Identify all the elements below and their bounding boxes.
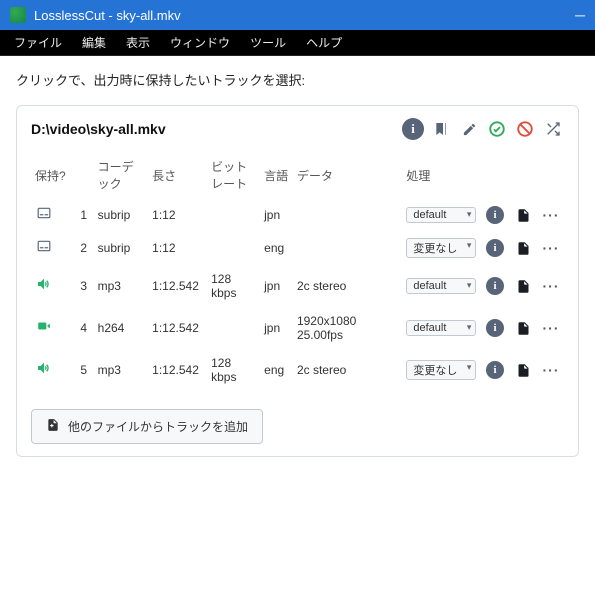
track-info-icon[interactable]: i [486, 361, 504, 379]
track-more-icon[interactable]: ··· [542, 319, 560, 337]
track-lang: jpn [260, 199, 293, 232]
disposition-select[interactable]: default [406, 278, 476, 294]
menu-view[interactable]: 表示 [118, 30, 158, 55]
ban-icon[interactable] [514, 118, 536, 140]
menu-file[interactable]: ファイル [6, 30, 70, 55]
track-data: 1920x1080 25.00fps [293, 307, 402, 349]
subtitle-icon [35, 206, 53, 224]
file-info-icon[interactable]: i [402, 118, 424, 140]
add-tracks-button[interactable]: 他のファイルからトラックを追加 [31, 409, 263, 444]
track-bitrate [207, 199, 260, 232]
track-info-icon[interactable]: i [486, 277, 504, 295]
track-lang: jpn [260, 307, 293, 349]
col-length: 長さ [148, 152, 207, 199]
tracks-table: 保持? コーデック 長さ ビットレート 言語 データ 処理 1subrip1:1… [31, 152, 564, 391]
track-lang: eng [260, 349, 293, 391]
track-row[interactable]: 4h2641:12.542 jpn1920x1080 25.00fpsdefaul… [31, 307, 564, 349]
track-length: 1:12.542 [148, 265, 207, 307]
track-length: 1:12.542 [148, 307, 207, 349]
track-data [293, 231, 402, 265]
file-plus-icon [46, 418, 60, 435]
track-index: 4 [76, 307, 93, 349]
track-more-icon[interactable]: ··· [542, 361, 560, 379]
shuffle-icon[interactable] [542, 118, 564, 140]
track-data: 2c stereo [293, 265, 402, 307]
col-keep: 保持? [31, 152, 76, 199]
track-info-icon[interactable]: i [486, 206, 504, 224]
track-row[interactable]: 2subrip1:12 eng 変更なし i ··· [31, 231, 564, 265]
track-codec: subrip [94, 199, 149, 232]
track-length: 1:12.542 [148, 349, 207, 391]
track-codec: subrip [94, 231, 149, 265]
col-lang: 言語 [260, 152, 293, 199]
track-index: 2 [76, 231, 93, 265]
pencil-icon[interactable] [458, 118, 480, 140]
window-minimize-button[interactable]: ─ [575, 7, 585, 23]
speaker-icon [35, 276, 53, 296]
track-length: 1:12 [148, 231, 207, 265]
track-lang: eng [260, 231, 293, 265]
track-bitrate: 128 kbps [207, 265, 260, 307]
track-more-icon[interactable]: ··· [542, 239, 560, 257]
tracks-card: D:\video\sky-all.mkv i [16, 105, 579, 457]
menu-edit[interactable]: 編集 [74, 30, 114, 55]
track-data: 2c stereo [293, 349, 402, 391]
disposition-select[interactable]: 変更なし [406, 360, 476, 380]
add-tracks-label: 他のファイルからトラックを追加 [68, 418, 248, 435]
track-lang: jpn [260, 265, 293, 307]
track-row[interactable]: 5mp31:12.542128 kbpseng2c stereo変更なし i ··· [31, 349, 564, 391]
track-export-icon[interactable] [514, 239, 532, 257]
track-info-icon[interactable]: i [486, 239, 504, 257]
window-title: LosslessCut - sky-all.mkv [34, 8, 575, 23]
track-row[interactable]: 3mp31:12.542128 kbpsjpn2c stereodefault i… [31, 265, 564, 307]
track-bitrate: 128 kbps [207, 349, 260, 391]
track-export-icon[interactable] [514, 206, 532, 224]
col-bitrate: ビットレート [207, 152, 260, 199]
track-info-icon[interactable]: i [486, 319, 504, 337]
speaker-icon [35, 360, 53, 380]
camera-icon [35, 319, 53, 337]
file-path: D:\video\sky-all.mkv [31, 121, 402, 137]
track-codec: h264 [94, 307, 149, 349]
track-index: 5 [76, 349, 93, 391]
track-length: 1:12 [148, 199, 207, 232]
instruction-text: クリックで、出力時に保持したいトラックを選択: [16, 70, 579, 89]
disposition-select[interactable]: default [406, 320, 476, 336]
menubar: ファイル 編集 表示 ウィンドウ ツール ヘルプ [0, 30, 595, 56]
track-export-icon[interactable] [514, 319, 532, 337]
track-codec: mp3 [94, 265, 149, 307]
track-index: 3 [76, 265, 93, 307]
track-data [293, 199, 402, 232]
track-bitrate [207, 231, 260, 265]
col-disposition: 処理 [402, 152, 482, 199]
col-codec: コーデック [94, 152, 149, 199]
subtitle-icon [35, 239, 53, 257]
track-index: 1 [76, 199, 93, 232]
track-more-icon[interactable]: ··· [542, 206, 560, 224]
app-icon [10, 7, 26, 23]
track-export-icon[interactable] [514, 361, 532, 379]
menu-window[interactable]: ウィンドウ [162, 30, 238, 55]
track-export-icon[interactable] [514, 277, 532, 295]
track-bitrate [207, 307, 260, 349]
col-data: データ [293, 152, 402, 199]
track-codec: mp3 [94, 349, 149, 391]
menu-help[interactable]: ヘルプ [298, 30, 350, 55]
disposition-select[interactable]: default [406, 207, 476, 223]
disposition-select[interactable]: 変更なし [406, 238, 476, 258]
menu-tools[interactable]: ツール [242, 30, 294, 55]
track-more-icon[interactable]: ··· [542, 277, 560, 295]
window-titlebar: LosslessCut - sky-all.mkv ─ [0, 0, 595, 30]
bookmark-icon[interactable] [430, 118, 452, 140]
track-row[interactable]: 1subrip1:12 jpn default i ··· [31, 199, 564, 232]
check-circle-icon[interactable] [486, 118, 508, 140]
